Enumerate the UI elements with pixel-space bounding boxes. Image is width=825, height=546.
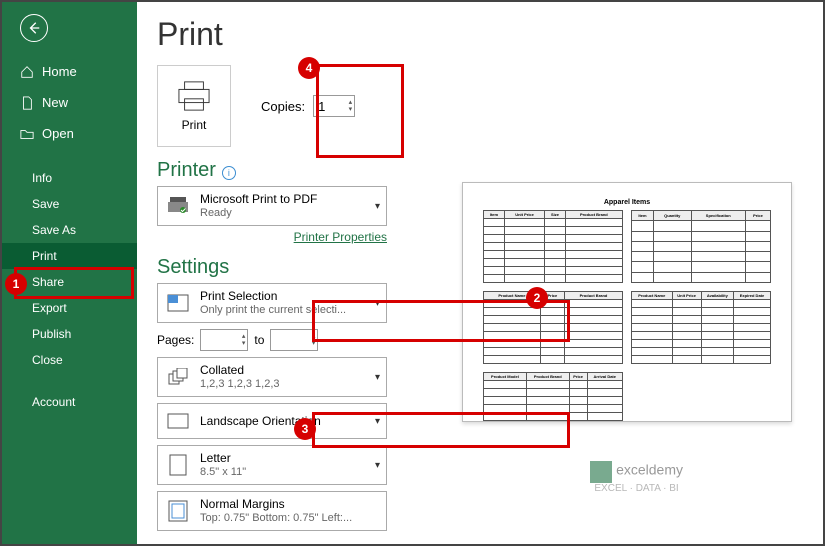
pages-to-spinner[interactable]: ▴▾ — [270, 329, 318, 351]
sidebar-info[interactable]: Info — [2, 165, 137, 191]
page-title: Print — [157, 16, 803, 53]
sidebar-menu: Home New Open Info Save Save As Print Sh… — [2, 56, 137, 415]
print-what-dropdown[interactable]: Print Selection Only print the current s… — [157, 283, 387, 323]
paper-sub: 8.5" x 11" — [200, 465, 378, 479]
collated-title: Collated — [200, 363, 378, 377]
home-icon — [20, 65, 34, 79]
printer-heading: Printeri — [157, 159, 803, 182]
pages-label: Pages: — [157, 333, 194, 347]
sidebar-publish[interactable]: Publish — [2, 321, 137, 347]
copies-spinner[interactable]: 1 ▴▾ — [313, 95, 355, 117]
sheet-selection-icon — [166, 291, 190, 315]
info-icon[interactable]: i — [222, 166, 236, 180]
backstage-sidebar: Home New Open Info Save Save As Print Sh… — [2, 2, 137, 544]
print-button[interactable]: Print — [157, 65, 231, 147]
preview-table: Product NameUnit PriceAvailabilityExpire… — [631, 291, 771, 364]
printer-dropdown[interactable]: Microsoft Print to PDF Ready — [157, 186, 387, 226]
orientation-label: Landscape Orientation — [200, 414, 378, 428]
orientation-dropdown[interactable]: Landscape Orientation — [157, 403, 387, 439]
spinner-arrows-icon: ▴▾ — [242, 333, 246, 347]
printer-status: Ready — [200, 206, 378, 220]
printer-device-icon — [166, 194, 190, 218]
preview-title: Apparel Items — [483, 199, 771, 206]
watermark: exceldemy EXCEL · DATA · BI — [590, 461, 683, 494]
preview-table: Product NamePriceProduct Brand — [483, 291, 623, 364]
paper-title: Letter — [200, 451, 378, 465]
sidebar-saveas[interactable]: Save As — [2, 217, 137, 243]
margins-dropdown[interactable]: Normal Margins Top: 0.75" Bottom: 0.75" … — [157, 491, 387, 531]
printer-icon — [175, 80, 213, 112]
sidebar-print[interactable]: Print — [2, 243, 137, 269]
sidebar-spacer2 — [2, 373, 137, 389]
sidebar-open[interactable]: Open — [2, 118, 137, 149]
printer-properties-link[interactable]: Printer Properties — [157, 230, 387, 244]
spinner-arrows-icon: ▴▾ — [312, 333, 316, 347]
print-what-sub: Only print the current selecti... — [200, 303, 378, 317]
margins-sub: Top: 0.75" Bottom: 0.75" Left:... — [200, 511, 378, 525]
preview-table: ItemQuantitySpecificationPrice — [631, 210, 771, 283]
copies-control: Copies: 1 ▴▾ — [261, 95, 355, 117]
printer-name: Microsoft Print to PDF — [200, 192, 378, 206]
landscape-icon — [166, 409, 190, 433]
sidebar-close[interactable]: Close — [2, 347, 137, 373]
collated-dropdown[interactable]: Collated 1,2,3 1,2,3 1,2,3 — [157, 357, 387, 397]
preview-table: ItemUnit PriceSizeProduct Brand — [483, 210, 623, 283]
sidebar-home[interactable]: Home — [2, 56, 137, 87]
sidebar-account[interactable]: Account — [2, 389, 137, 415]
sidebar-new[interactable]: New — [2, 87, 137, 118]
back-button[interactable] — [20, 14, 48, 42]
sidebar-spacer — [2, 149, 137, 165]
margins-title: Normal Margins — [200, 497, 378, 511]
annotation-badge-3: 3 — [294, 418, 316, 440]
margins-icon — [166, 499, 190, 523]
annotation-badge-2: 2 — [526, 287, 548, 309]
pages-to-label: to — [254, 333, 264, 347]
document-icon — [20, 96, 34, 110]
print-button-label: Print — [182, 118, 207, 132]
sidebar-save[interactable]: Save — [2, 191, 137, 217]
paper-size-dropdown[interactable]: Letter 8.5" x 11" — [157, 445, 387, 485]
folder-open-icon — [20, 127, 34, 141]
paper-icon — [166, 453, 190, 477]
annotation-badge-4: 4 — [298, 57, 320, 79]
watermark-icon — [590, 461, 612, 483]
collated-icon — [166, 365, 190, 389]
preview-table: Product ModelProduct BrandPriceArrival D… — [483, 372, 623, 421]
sidebar-export[interactable]: Export — [2, 295, 137, 321]
pages-from-spinner[interactable]: ▴▾ — [200, 329, 248, 351]
copies-label: Copies: — [261, 99, 305, 114]
copies-value: 1 — [318, 99, 325, 114]
collated-sub: 1,2,3 1,2,3 1,2,3 — [200, 377, 378, 391]
print-what-title: Print Selection — [200, 289, 378, 303]
arrow-left-icon — [27, 21, 41, 35]
annotation-badge-1: 1 — [5, 273, 27, 295]
print-preview: Apparel Items ItemUnit PriceSizeProduct … — [462, 182, 792, 422]
spinner-arrows-icon: ▴▾ — [349, 99, 353, 113]
